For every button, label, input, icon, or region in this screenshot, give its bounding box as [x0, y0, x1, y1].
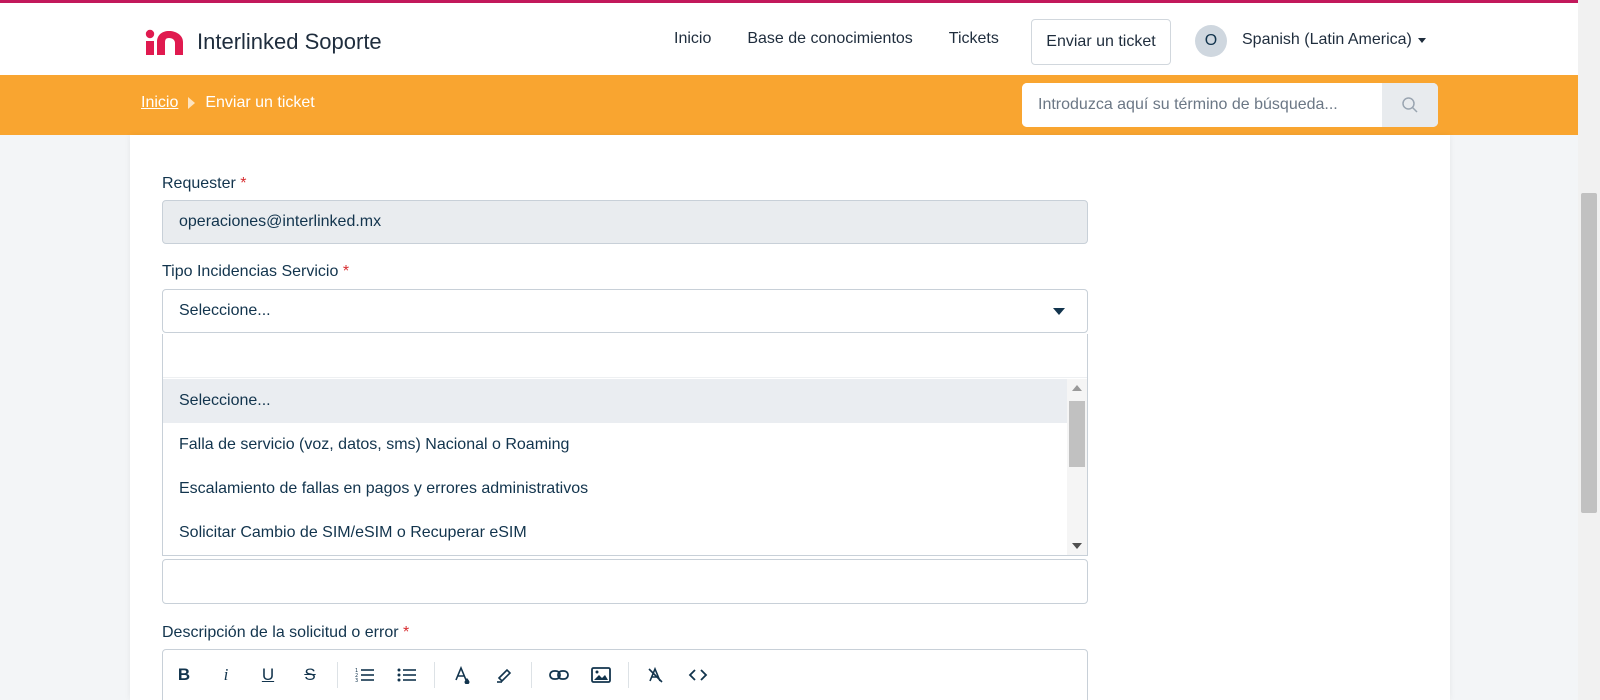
breadcrumb: Inicio Enviar un ticket [141, 94, 315, 112]
tipo-selected-value: Seleccione... [179, 302, 271, 319]
italic-icon[interactable]: i [205, 657, 247, 693]
font-color-icon[interactable] [441, 657, 483, 693]
tipo-label: Tipo Incidencias Servicio * [162, 263, 349, 281]
scrollbar-thumb[interactable] [1069, 401, 1085, 467]
toolbar-divider [337, 662, 338, 688]
interlinked-logo-icon[interactable] [145, 29, 185, 55]
page-scrollbar-thumb[interactable] [1581, 193, 1597, 513]
nav-tickets[interactable]: Tickets [931, 30, 1017, 48]
search-box [1022, 83, 1438, 127]
brand-title[interactable]: Interlinked Soporte [197, 29, 382, 55]
toolbar-divider [628, 662, 629, 688]
breadcrumb-home-link[interactable]: Inicio [141, 94, 178, 112]
language-label: Spanish (Latin America) [1242, 31, 1412, 48]
search-button[interactable] [1382, 83, 1438, 127]
site-header: Interlinked Soporte Inicio Base de conoc… [0, 3, 1578, 75]
requester-label: Requester * [162, 175, 247, 193]
code-icon[interactable] [677, 657, 719, 693]
requester-value: operaciones@interlinked.mx [179, 213, 382, 230]
dropdown-option[interactable]: Falla de servicio (voz, datos, sms) Naci… [163, 423, 1069, 467]
descripcion-label-text: Descripción de la solicitud o error [162, 624, 399, 641]
svg-text:3: 3 [355, 678, 358, 683]
chevron-right-icon [188, 97, 196, 109]
tipo-dropdown: Seleccione... Falla de servicio (voz, da… [162, 334, 1088, 556]
editor-toolbar: B i U S 123 [163, 650, 719, 700]
highlight-icon[interactable] [483, 657, 525, 693]
dropdown-option[interactable]: Seleccione... [163, 379, 1069, 423]
rich-text-editor: B i U S 123 [162, 649, 1088, 700]
unordered-list-icon[interactable] [386, 657, 428, 693]
requester-field: operaciones@interlinked.mx [162, 200, 1088, 244]
search-input[interactable] [1022, 83, 1382, 127]
dropdown-scrollbar[interactable] [1067, 379, 1087, 555]
image-icon[interactable] [580, 657, 622, 693]
required-mark: * [240, 175, 247, 192]
clear-format-icon[interactable] [635, 657, 677, 693]
nav-inicio[interactable]: Inicio [656, 30, 729, 48]
ordered-list-icon[interactable]: 123 [344, 657, 386, 693]
caret-down-icon [1053, 308, 1065, 315]
search-icon [1402, 97, 1418, 113]
underline-icon[interactable]: U [247, 657, 289, 693]
language-selector[interactable]: Spanish (Latin America) [1242, 31, 1426, 49]
chevron-down-icon [1417, 37, 1426, 43]
scroll-down-icon[interactable] [1072, 543, 1082, 549]
strikethrough-icon[interactable]: S [289, 657, 331, 693]
breadcrumb-current: Enviar un ticket [205, 94, 315, 111]
avatar[interactable]: O [1195, 25, 1227, 57]
required-mark: * [342, 263, 350, 280]
scroll-up-icon[interactable] [1072, 385, 1082, 391]
dropdown-option[interactable]: Escalamiento de fallas en pagos y errore… [163, 467, 1069, 511]
main-nav: Inicio Base de conocimientos Tickets [656, 3, 1017, 75]
tipo-label-text: Tipo Incidencias Servicio [162, 263, 339, 280]
subject-input[interactable] [162, 559, 1088, 604]
tipo-select[interactable]: Seleccione... [162, 289, 1088, 333]
link-icon[interactable] [538, 657, 580, 693]
page-scrollbar[interactable] [1578, 0, 1600, 700]
bold-icon[interactable]: B [163, 657, 205, 693]
dropdown-options: Seleccione... Falla de servicio (voz, da… [163, 379, 1069, 555]
nav-base-conocimientos[interactable]: Base de conocimientos [729, 30, 930, 48]
dropdown-option[interactable]: Solicitar Cambio de SIM/eSIM o Recuperar… [163, 511, 1069, 555]
requester-label-text: Requester [162, 175, 236, 192]
toolbar-divider [434, 662, 435, 688]
submit-ticket-button[interactable]: Enviar un ticket [1031, 19, 1171, 65]
toolbar-divider [531, 662, 532, 688]
breadcrumb-bar: Inicio Enviar un ticket [0, 75, 1578, 135]
dropdown-search-input[interactable] [163, 334, 1087, 378]
descripcion-label: Descripción de la solicitud o error * [162, 624, 409, 642]
required-mark: * [403, 624, 410, 641]
